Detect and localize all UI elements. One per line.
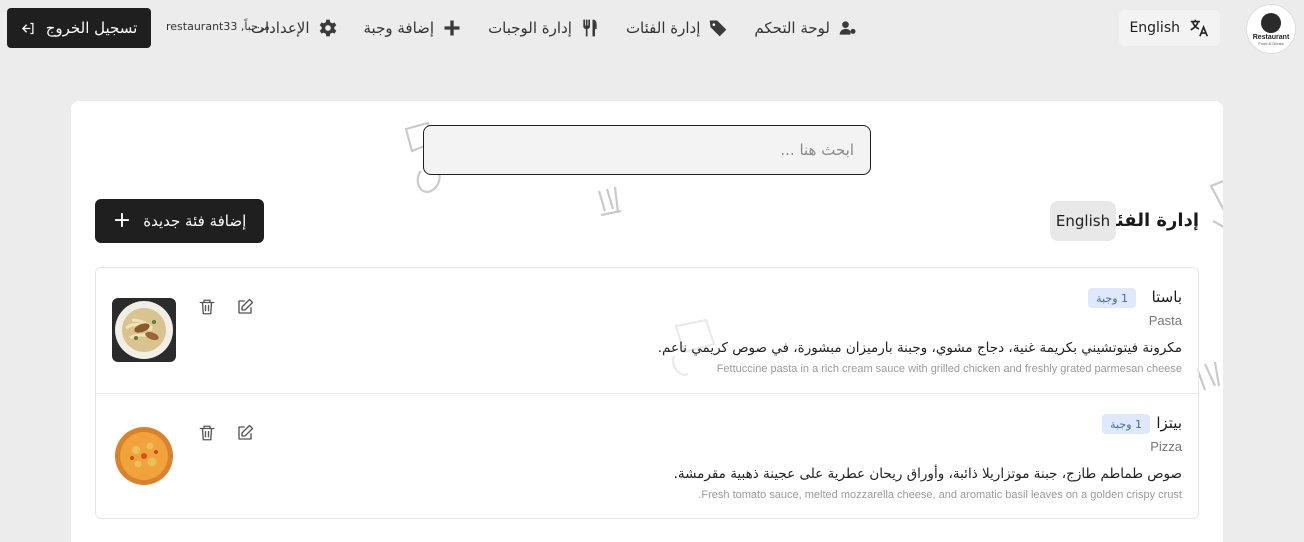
sign-out-icon xyxy=(21,22,34,34)
edit-button[interactable] xyxy=(234,296,256,318)
brand-tagline: Food & Drinks xyxy=(1258,40,1284,46)
add-category-label: إضافة فئة جديدة xyxy=(143,212,247,230)
pasta-image xyxy=(112,298,176,362)
categories-list: باستا 1 وجبة Pasta مكرونة فيتوتشيني بكري… xyxy=(95,267,1199,519)
trash-icon xyxy=(199,425,215,441)
category-name-en: Pizza xyxy=(1150,439,1182,454)
nav-dashboard-label: لوحة التحكم xyxy=(754,19,830,37)
main-nav: لوحة التحكم إدارة الفئات إدارة الوجبات إ… xyxy=(251,0,858,56)
fork-knife-logo-icon xyxy=(1261,12,1281,33)
users-gear-icon xyxy=(839,21,856,35)
trash-icon xyxy=(199,299,215,315)
category-row: بيتزا 1 وجبة Pizza صوص طماطم طازج، جبنة … xyxy=(96,393,1198,518)
delete-button[interactable] xyxy=(196,422,218,444)
utensils-icon xyxy=(583,19,597,37)
doodle-pot-icon xyxy=(1209,180,1223,228)
doodle-fork-icon xyxy=(597,186,622,217)
logout-label: تسجيل الخروج xyxy=(45,19,138,37)
logout-button[interactable]: تسجيل الخروج xyxy=(7,8,151,48)
nav-meals-label: إدارة الوجبات xyxy=(488,19,572,37)
nav-add-meal[interactable]: إضافة وجبة xyxy=(364,18,463,38)
welcome-text: مرحباً, restaurant33 xyxy=(166,20,270,33)
language-label: English xyxy=(1129,20,1180,36)
brand-name: Restaurant xyxy=(1252,33,1290,41)
restaurant-logo[interactable]: Restaurant Food & Drinks xyxy=(1246,4,1296,54)
section-language-button[interactable]: English xyxy=(1050,201,1116,241)
nav-meals[interactable]: إدارة الوجبات xyxy=(488,18,600,38)
nav-add-meal-label: إضافة وجبة xyxy=(363,19,435,37)
category-description-en: Fresh tomato sauce, melted mozzarella ch… xyxy=(698,489,1182,501)
translate-icon xyxy=(1190,19,1209,37)
pizza-image xyxy=(112,424,176,488)
meal-count-badge: 1 وجبة xyxy=(1088,288,1136,308)
meal-count-badge: 1 وجبة xyxy=(1102,414,1150,434)
top-navbar: Restaurant Food & Drinks English لوحة ال… xyxy=(0,0,1304,56)
category-row: باستا 1 وجبة Pasta مكرونة فيتوتشيني بكري… xyxy=(96,268,1198,393)
add-category-button[interactable]: إضافة فئة جديدة + xyxy=(95,199,264,243)
delete-button[interactable] xyxy=(196,296,218,318)
category-description-ar: مكرونة فيتوتشيني بكريمة غنية، دجاج مشوي،… xyxy=(657,340,1182,356)
gear-icon xyxy=(319,19,336,37)
search-input[interactable] xyxy=(423,125,871,175)
nav-categories-label: إدارة الفئات xyxy=(625,19,701,37)
category-name-ar: باستا xyxy=(1151,288,1182,306)
edit-icon xyxy=(238,298,254,314)
category-name-en: Pasta xyxy=(1148,313,1182,328)
nav-dashboard[interactable]: لوحة التحكم xyxy=(754,18,858,38)
plus-icon: + xyxy=(112,208,132,233)
category-description-en: Fettuccine pasta in a rich cream sauce w… xyxy=(716,363,1182,375)
edit-icon xyxy=(238,424,254,440)
plus-icon xyxy=(444,20,460,36)
categories-card: إدارة الفئات English إضافة فئة جديدة + ب… xyxy=(71,101,1223,542)
tags-icon xyxy=(710,20,727,37)
language-switcher[interactable]: English xyxy=(1119,10,1220,46)
category-description-ar: صوص طماطم طازج، جبنة موتزاريلا ذائبة، وأ… xyxy=(673,466,1182,482)
nav-categories[interactable]: إدارة الفئات xyxy=(626,18,728,38)
category-name-ar: بيتزا xyxy=(1156,414,1182,432)
edit-button[interactable] xyxy=(234,422,256,444)
